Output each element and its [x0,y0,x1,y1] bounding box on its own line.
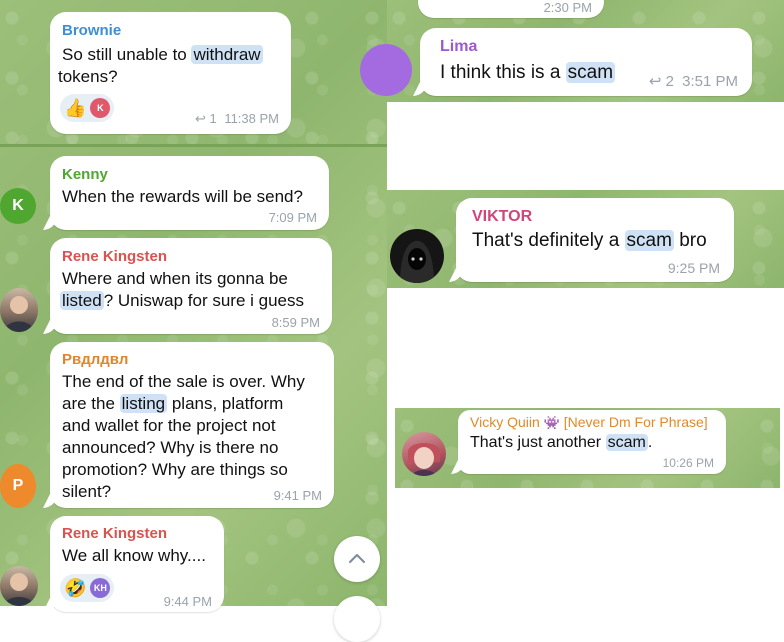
sender-name[interactable]: Vicky Quiin 👾 [Never Dm For Phrase] [470,414,708,431]
avatar-kenny[interactable]: K [0,188,36,224]
message-meta: ↩ 1 11:38 PM [195,111,279,127]
person-photo-icon [4,296,34,332]
text-part: . [647,434,653,451]
thumbs-up-icon: 👍 [64,98,87,118]
avatar-user-p[interactable]: P [0,464,36,508]
text-part: promotion? Why are things so [62,460,288,479]
avatar-rene-kingsten-2[interactable] [0,566,38,606]
scroll-down-button[interactable] [334,596,380,642]
sender-name[interactable]: Rene Kingsten [62,248,167,265]
avatar-viktor[interactable] [390,229,444,283]
text-part: silent? [62,482,112,501]
text-part: Where and when its gonna be [62,269,288,288]
message-bubble-rene-kingsten-2[interactable]: Rene Kingsten We all know why.... 🤣 KH 9… [50,516,224,612]
search-highlight: scam [624,230,674,251]
sender-name[interactable]: Lima [440,38,477,56]
anime-avatar-icon [408,443,440,476]
message-time: 3:51 PM [682,73,738,90]
avatar-initial: P [12,477,24,494]
reactions[interactable]: 🤣 KH [60,574,115,602]
message-bubble-kenny[interactable]: Kenny When the rewards will be send? 7:0… [50,156,329,230]
text-part: plans, platform [167,394,284,413]
avatar-initial: K [12,197,24,214]
reactions[interactable]: 👍 K [60,94,115,122]
message-time: 9:44 PM [163,594,212,609]
search-highlight: withdraw [191,45,263,64]
hooded-figure-icon [400,241,434,283]
text-part: The end of the sale is over. Why [62,372,305,391]
text-part: That's definitely a [472,230,625,251]
scroll-up-button[interactable] [334,536,380,582]
search-highlight: listing [119,394,168,413]
message-bubble-viktor[interactable]: VIKTOR That's definitely a scam bro 9:25… [456,198,734,282]
message-time: 7:09 PM [268,210,317,225]
sender-name[interactable]: Rene Kingsten [62,525,167,542]
message-bubble-previous[interactable]: 2:30 PM [418,0,604,18]
avatar-lima[interactable] [360,44,412,96]
rofl-icon: 🤣 [64,578,87,598]
text-part: and wallet for the project not [62,416,276,435]
message-bubble-rene-kingsten[interactable]: Rene Kingsten Where and when its gonna b… [50,238,332,334]
message-bubble-vicky-quiin[interactable]: Vicky Quiin 👾 [Never Dm For Phrase] That… [458,410,726,474]
panel-separator [0,144,387,147]
search-highlight: listed [60,291,104,310]
search-highlight: scam [565,62,616,83]
message-time: 2:30 PM [543,0,592,15]
sender-name[interactable]: Kenny [62,166,108,183]
message-time: 8:59 PM [271,315,320,330]
message-meta: ↩ 2 3:51 PM [649,72,738,90]
message-time: 10:26 PM [662,456,714,470]
person-photo-icon [4,573,34,606]
avatar-vicky-quiin[interactable] [402,432,446,476]
message-text: So still unable to withdraw tokens? [58,44,287,88]
message-bubble-lima[interactable]: Lima I think this is a scam ↩ 2 3:51 PM [420,28,752,96]
text-part: tokens? [58,67,118,86]
message-text: When the rewards will be send? [62,187,303,206]
alien-monster-icon: 👾 [543,415,560,430]
message-text: I think this is a scam [440,62,616,84]
message-text: Where and when its gonna be listed? Unis… [60,268,305,312]
message-time: 9:25 PM [667,260,720,276]
sender-name[interactable]: Brownie [62,22,121,39]
reply-count[interactable]: ↩ 1 [195,111,217,126]
message-bubble-user-p[interactable]: Рвдлдвл The end of the sale is over. Why… [50,342,334,508]
message-time: 9:41 PM [273,488,322,503]
reaction-avatar: K [90,98,111,118]
message-bubble-brownie[interactable]: Brownie So still unable to withdraw toke… [50,12,291,134]
text-part: I think this is a [440,62,566,83]
message-text: That's definitely a scam bro [472,230,707,252]
sender-display-name: Vicky Quiin [470,414,540,430]
message-text: That's just another scam. [470,432,652,454]
sender-name[interactable]: Рвдлдвл [62,351,128,368]
sender-tag: [Never Dm For Phrase] [563,414,708,430]
message-text: The end of the sale is over. Why are the… [62,371,305,503]
message-time: 11:38 PM [224,111,279,126]
sender-name[interactable]: VIKTOR [472,208,532,226]
text-part: are the [62,394,120,413]
reply-count[interactable]: ↩ 2 [649,73,674,90]
text-part: bro [673,230,707,251]
text-part: ? Uniswap for sure i guess [103,291,305,310]
chevron-up-icon [349,554,365,563]
text-part: So still unable to [62,45,192,64]
reaction-avatar: KH [90,578,111,598]
search-highlight: scam [605,434,648,451]
avatar-rene-kingsten[interactable] [0,288,38,332]
message-text: We all know why.... [62,546,206,565]
text-part: That's just another [470,434,606,451]
text-part: announced? Why is there no [62,438,279,457]
